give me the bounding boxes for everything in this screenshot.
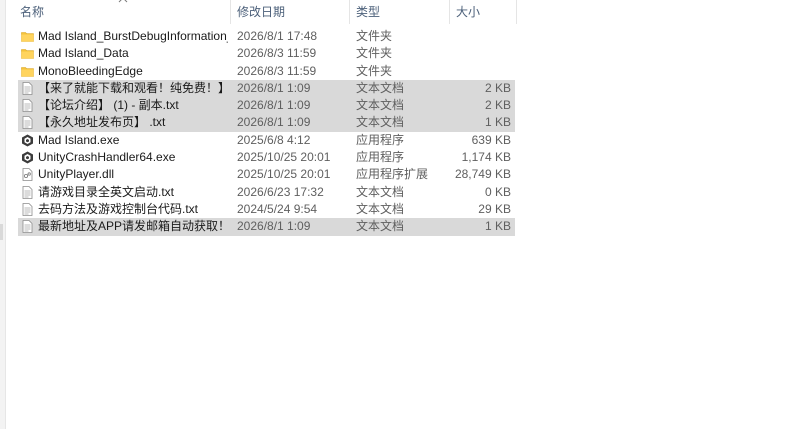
file-name[interactable]: 请游戏目录全英文启动.txt [38, 184, 228, 201]
column-divider[interactable] [349, 0, 350, 24]
file-size: 2 KB [484, 80, 511, 95]
file-type: 文本文档 [356, 219, 405, 234]
file-modified-date: 2025/10/25 20:01 [237, 167, 331, 182]
file-row[interactable]: UnityCrashHandler64.exe 2025/10/25 20:01 应… [18, 149, 515, 166]
file-row[interactable]: MonoBleedingEdge 2026/8/3 11:59 文件夹 [18, 63, 515, 80]
text-file-icon [21, 116, 34, 130]
unity-exe-icon [21, 151, 34, 164]
file-row[interactable]: 【来了就能下载和观看！纯免费！】 - 副... 2026/8/1 1:09 文本文档… [18, 79, 515, 98]
file-size: 28,749 KB [454, 167, 511, 182]
file-modified-date: 2025/6/8 4:12 [237, 132, 311, 147]
file-modified-date: 2026/8/1 1:09 [237, 80, 311, 95]
folder-icon [21, 65, 34, 78]
column-header-date[interactable]: 修改日期 [237, 0, 285, 24]
column-header-type[interactable]: 类型 [356, 0, 380, 24]
file-modified-date: 2026/8/3 11:59 [237, 46, 317, 61]
file-name[interactable]: Mad Island.exe [38, 132, 228, 149]
file-size: 1 KB [484, 219, 511, 234]
sort-ascending-icon [118, 0, 128, 3]
file-type: 文本文档 [356, 80, 405, 95]
file-modified-date: 2026/8/3 11:59 [237, 63, 317, 78]
file-size: 639 KB [471, 132, 511, 147]
navigation-pane-scroll-indicator[interactable] [0, 224, 3, 240]
file-row[interactable]: 【论坛介绍】 (1) - 副本.txt 2026/8/1 1:09 文本文档 2 KB [18, 97, 515, 115]
file-type: 文件夹 [356, 29, 393, 43]
file-row[interactable]: 请游戏目录全英文启动.txt 2026/6/23 17:32 文本文档 0 KB [18, 184, 515, 201]
file-row[interactable]: UnityPlayer.dll 2025/10/25 20:01 应用程序扩展 28,… [18, 166, 515, 183]
file-name[interactable]: 【论坛介绍】 (1) - 副本.txt [38, 97, 228, 114]
folder-icon [21, 47, 34, 60]
file-row[interactable]: Mad Island.exe 2025/6/8 4:12 应用程序 639 KB [18, 132, 515, 149]
file-list: Mad Island_BurstDebugInformation_... 2026… [18, 28, 515, 236]
file-row[interactable]: 去码方法及游戏控制台代码.txt 2024/5/24 9:54 文本文档 29 KB [18, 201, 515, 218]
dll-file-icon [21, 168, 34, 182]
file-name[interactable]: UnityPlayer.dll [38, 166, 228, 183]
column-header-size[interactable]: 大小 [456, 0, 480, 24]
folder-icon [21, 30, 34, 43]
column-header-name[interactable]: 名称 [20, 0, 44, 24]
file-type: 文本文档 [356, 115, 405, 130]
text-file-icon [21, 81, 34, 95]
file-type: 应用程序 [356, 132, 405, 147]
file-size: 1,174 KB [461, 150, 511, 165]
file-row[interactable]: Mad Island_Data 2026/8/3 11:59 文件夹 [18, 45, 515, 62]
file-type: 应用程序扩展 [356, 167, 429, 182]
file-type: 文本文档 [356, 184, 405, 199]
file-modified-date: 2024/5/24 9:54 [237, 201, 318, 216]
file-type: 文本文档 [356, 98, 405, 113]
file-modified-date: 2026/8/1 1:09 [237, 219, 311, 234]
file-name[interactable]: 最新地址及APP请发邮箱自动获取！！！... [38, 218, 228, 235]
file-name[interactable]: 【永久地址发布页】 .txt [38, 114, 228, 131]
column-header-bar: 名称 修改日期 类型 大小 [0, 0, 800, 24]
column-divider[interactable] [516, 0, 517, 24]
file-name[interactable]: 去码方法及游戏控制台代码.txt [38, 201, 228, 218]
unity-exe-icon [21, 134, 34, 147]
file-type: 文本文档 [356, 201, 405, 216]
file-modified-date: 2025/10/25 20:01 [237, 150, 331, 165]
file-row[interactable]: 最新地址及APP请发邮箱自动获取！！！... 2026/8/1 1:09 文本文档 1… [18, 218, 515, 236]
file-name[interactable]: 【来了就能下载和观看！纯免费！】 - 副... [38, 80, 228, 97]
text-file-icon [21, 220, 34, 234]
column-divider[interactable] [449, 0, 450, 24]
navigation-pane-edge [0, 0, 6, 429]
file-modified-date: 2026/8/1 1:09 [237, 98, 311, 113]
file-size: 2 KB [484, 98, 511, 113]
file-size: 0 KB [484, 184, 511, 199]
file-row[interactable]: Mad Island_BurstDebugInformation_... 2026… [18, 28, 515, 45]
file-name[interactable]: Mad Island_BurstDebugInformation_... [38, 28, 228, 45]
file-type: 应用程序 [356, 150, 405, 165]
text-file-icon [21, 99, 34, 113]
text-file-icon [21, 185, 34, 199]
file-name[interactable]: Mad Island_Data [38, 45, 228, 62]
file-modified-date: 2026/8/1 1:09 [237, 115, 311, 130]
file-modified-date: 2026/6/23 17:32 [237, 184, 324, 199]
file-size: 1 KB [484, 115, 511, 130]
column-divider[interactable] [230, 0, 231, 24]
file-name[interactable]: UnityCrashHandler64.exe [38, 149, 228, 166]
file-row[interactable]: 【永久地址发布页】 .txt 2026/8/1 1:09 文本文档 1 KB [18, 114, 515, 132]
file-size: 29 KB [478, 201, 511, 216]
file-modified-date: 2026/8/1 17:48 [237, 29, 318, 43]
file-type: 文件夹 [356, 46, 393, 61]
file-type: 文件夹 [356, 63, 393, 78]
file-name[interactable]: MonoBleedingEdge [38, 63, 228, 80]
text-file-icon [21, 203, 34, 216]
